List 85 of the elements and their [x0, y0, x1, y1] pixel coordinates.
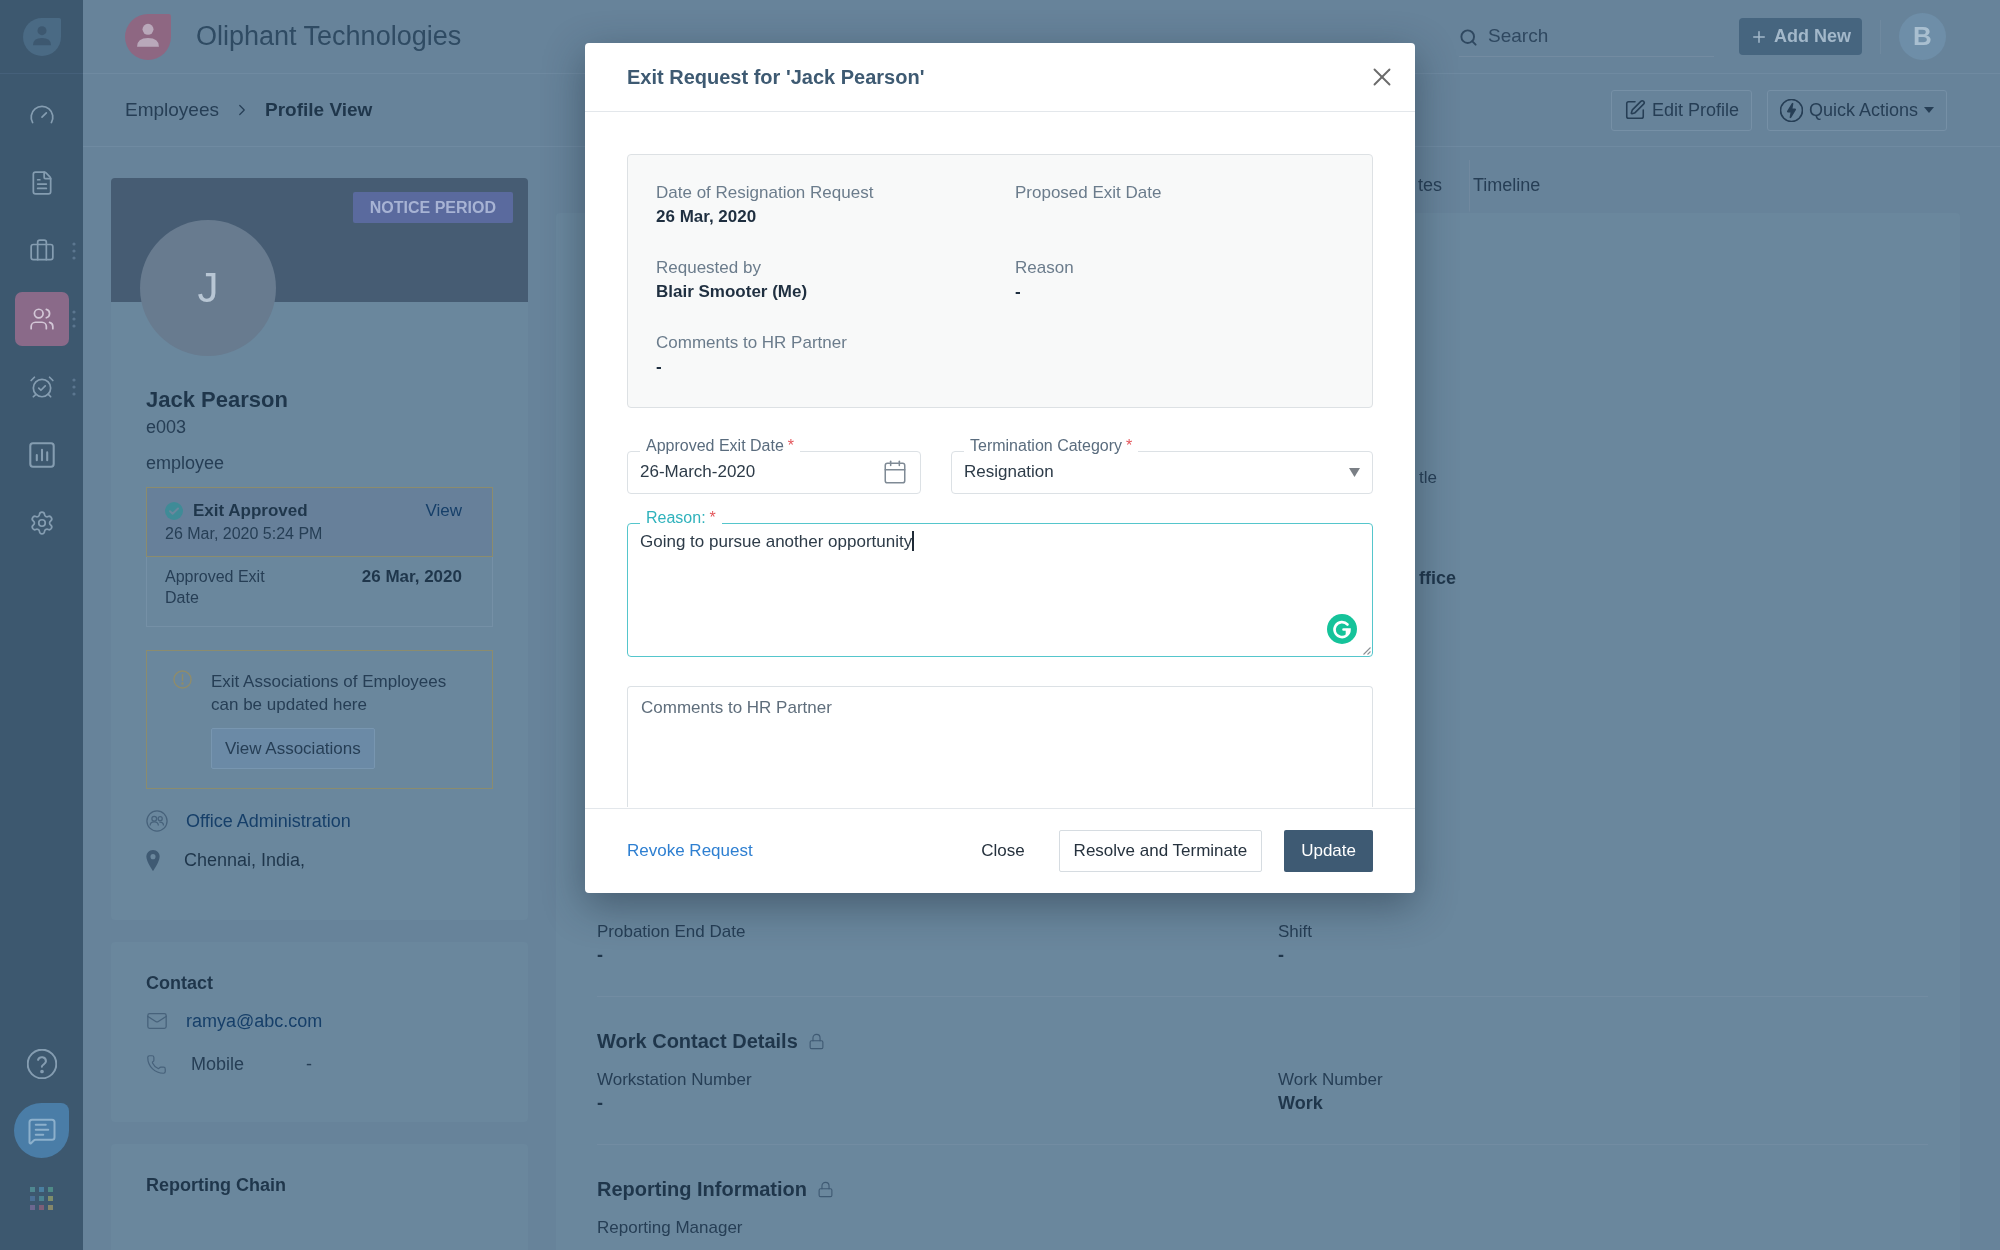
- close-text-button[interactable]: Close: [969, 830, 1037, 872]
- company-name: Oliphant Technologies: [196, 21, 462, 52]
- summary-label: Date of Resignation Request: [656, 182, 874, 204]
- date-field[interactable]: Approved Exit Date * 26-March-2020: [627, 437, 921, 494]
- bar-chart-icon: [28, 442, 55, 468]
- check-circle-icon: [165, 502, 183, 520]
- edit-profile-button[interactable]: Edit Profile: [1610, 89, 1752, 131]
- briefcase-icon: [28, 238, 55, 264]
- people-circle-icon: [146, 810, 168, 832]
- people-icon: [28, 306, 55, 332]
- text-cursor-icon: [912, 531, 915, 551]
- user-avatar[interactable]: B: [1899, 13, 1946, 60]
- exit-status: Exit Approved: [193, 501, 308, 521]
- phone-label: Mobile: [191, 1054, 246, 1075]
- quick-actions-button[interactable]: Quick Actions: [1766, 89, 1947, 131]
- section-title: Work Contact Details: [597, 1029, 798, 1054]
- resize-handle-icon[interactable]: [1363, 647, 1371, 655]
- summary-value: 26 Mar, 2020: [656, 206, 757, 228]
- card-title: Reporting Chain: [146, 1174, 287, 1196]
- field-label: Work Number: [1278, 1069, 1384, 1091]
- search-field[interactable]: Search: [1459, 16, 1714, 57]
- field-label: Reporting Manager: [597, 1217, 744, 1239]
- chat-button[interactable]: [14, 1103, 69, 1158]
- status-badge: NOTICE PERIOD: [352, 192, 513, 223]
- field-label: Workstation Number: [597, 1069, 753, 1091]
- field-value: Work: [1278, 1092, 1324, 1115]
- summary-value: -: [656, 356, 662, 378]
- field-value: -: [597, 944, 604, 967]
- employee-name: Jack Pearson: [146, 386, 289, 414]
- help-icon: [26, 1049, 57, 1079]
- settings-icon: [28, 510, 55, 536]
- detail-value: 26 Mar, 2020: [361, 566, 462, 587]
- tab[interactable]: tes: [1418, 160, 1469, 213]
- detail-label: Approved Exit Date: [165, 567, 266, 608]
- view-associations-button[interactable]: View Associations: [211, 728, 375, 769]
- field-label: tle: [1419, 468, 1437, 488]
- sidebar-item[interactable]: [14, 292, 69, 346]
- card-title: Contact: [146, 972, 214, 994]
- resolve-button[interactable]: Resolve and Terminate: [1058, 830, 1263, 872]
- comments-field[interactable]: Comments to HR Partner: [627, 686, 1373, 807]
- breadcrumb-link[interactable]: Employees: [125, 99, 219, 121]
- calendar-icon[interactable]: [882, 459, 908, 485]
- summary-label: Reason: [1015, 257, 1074, 279]
- field-value: -: [597, 1092, 604, 1115]
- revoke-request-link[interactable]: Revoke Request: [627, 841, 753, 861]
- mail-icon: [146, 1010, 168, 1032]
- email-link[interactable]: ramya@abc.com: [186, 1010, 323, 1032]
- search-icon: [1459, 27, 1478, 47]
- help-button[interactable]: [25, 1048, 58, 1080]
- employee-id: e003: [146, 416, 188, 438]
- update-button[interactable]: Update: [1284, 830, 1373, 872]
- map-pin-icon: [146, 850, 160, 871]
- field-value: -: [1278, 944, 1285, 967]
- summary-label: Comments to HR Partner: [656, 332, 847, 354]
- reason-field[interactable]: Reason: * Going to pursue another opportunity: [627, 509, 1373, 657]
- employee-role: employee: [146, 452, 226, 474]
- notice-text: Exit Associations of Employees can be updated here: [211, 671, 448, 716]
- summary-label: Proposed Exit Date: [1015, 182, 1162, 204]
- location-text: Chennai, India,: [184, 850, 306, 871]
- department-link[interactable]: Office Administration: [186, 810, 351, 832]
- phone-icon: [146, 1054, 167, 1075]
- field-label: Shift: [1278, 921, 1314, 943]
- logo-icon: [125, 13, 171, 60]
- dialog-title: Exit Request for 'Jack Pearson': [627, 65, 925, 89]
- category-select[interactable]: Termination Category * Resignation: [951, 437, 1373, 494]
- view-link[interactable]: View: [425, 501, 462, 521]
- alert-circle-icon: [173, 670, 192, 689]
- exit-time: 26 Mar, 2020 5:24 PM: [165, 525, 324, 543]
- summary-label: Requested by: [656, 257, 761, 279]
- field-label: Probation End Date: [597, 921, 747, 943]
- alarm-clock-icon: [28, 374, 55, 400]
- more-dots-icon[interactable]: [72, 242, 76, 260]
- summary-value: Blair Smooter (Me): [656, 281, 808, 303]
- edit-icon: [1623, 99, 1646, 121]
- summary-value: -: [1015, 281, 1021, 303]
- caret-down-icon: [1924, 107, 1934, 113]
- more-dots-icon[interactable]: [72, 378, 76, 396]
- more-dots-icon[interactable]: [72, 310, 76, 328]
- field-value: ffice: [1419, 567, 1456, 589]
- add-new-button[interactable]: Add New: [1739, 18, 1862, 55]
- caret-down-icon: [1349, 467, 1360, 477]
- apps-grid-icon[interactable]: [30, 1187, 53, 1210]
- breadcrumb-link[interactable]: Profile View: [265, 99, 373, 121]
- phone-value: -: [306, 1054, 312, 1075]
- section-title: Reporting Information: [597, 1177, 807, 1202]
